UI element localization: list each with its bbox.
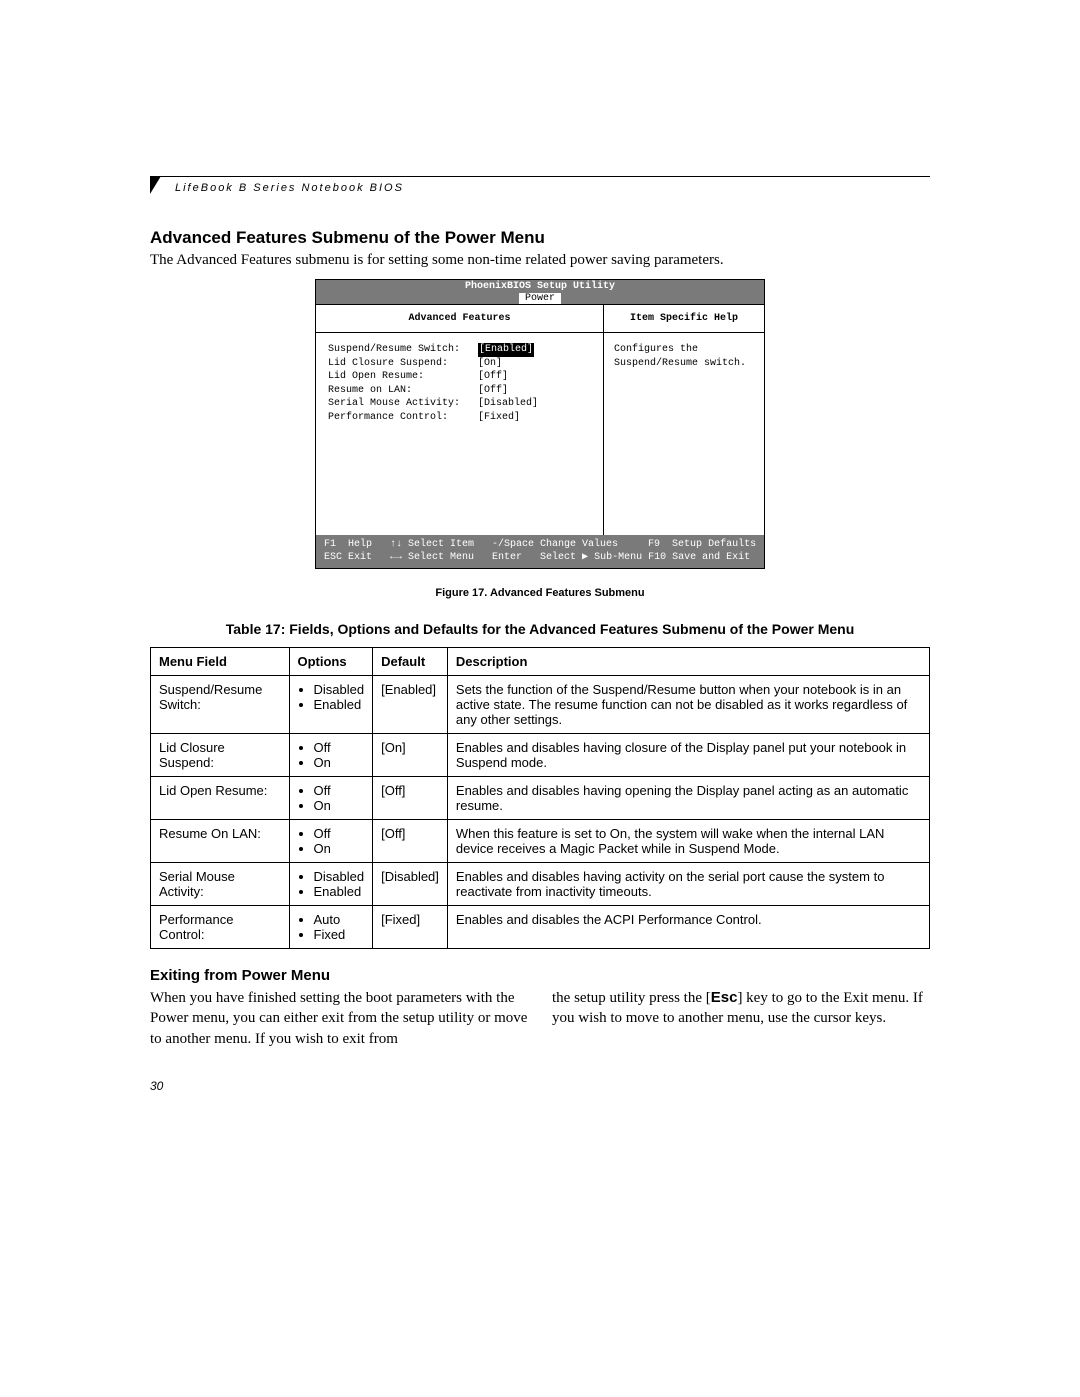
cell-menu-field: Suspend/Resume Switch:	[151, 676, 290, 734]
cell-default: [Enabled]	[373, 676, 448, 734]
cell-description: Sets the function of the Suspend/Resume …	[447, 676, 929, 734]
option-item: On	[314, 841, 365, 856]
table-row: Suspend/Resume Switch:DisabledEnabled[En…	[151, 676, 930, 734]
page-number: 30	[150, 1079, 930, 1093]
bios-item-row[interactable]: Serial Mouse Activity:[Disabled]	[328, 397, 591, 411]
cell-options: DisabledEnabled	[289, 676, 373, 734]
bios-item-label: Suspend/Resume Switch:	[328, 343, 478, 357]
bios-right-header: Item Specific Help	[604, 305, 764, 333]
bios-item-row[interactable]: Lid Open Resume:[Off]	[328, 370, 591, 384]
table-header: Default	[373, 648, 448, 676]
cell-description: Enables and disables having closure of t…	[447, 734, 929, 777]
table-row: Performance Control:AutoFixed[Fixed]Enab…	[151, 906, 930, 949]
bios-item-value[interactable]: [On]	[478, 357, 502, 371]
exit-col-2: the setup utility press the [Esc] key to…	[552, 988, 930, 1049]
bios-app-title: PhoenixBIOS Setup Utility	[316, 280, 764, 293]
bios-item-row[interactable]: Performance Control:[Fixed]	[328, 411, 591, 425]
option-item: Enabled	[314, 884, 365, 899]
cell-menu-field: Lid Open Resume:	[151, 777, 290, 820]
exit-col-1: When you have finished setting the boot …	[150, 988, 528, 1049]
cell-default: [Disabled]	[373, 863, 448, 906]
bios-item-label: Lid Closure Suspend:	[328, 357, 478, 371]
cell-description: Enables and disables having opening the …	[447, 777, 929, 820]
bios-menubar: Power	[316, 293, 764, 304]
table-row: Lid Closure Suspend:OffOn[On]Enables and…	[151, 734, 930, 777]
option-item: Auto	[314, 912, 365, 927]
option-item: On	[314, 755, 365, 770]
option-item: Off	[314, 783, 365, 798]
header-rule	[150, 176, 930, 177]
option-item: On	[314, 798, 365, 813]
bios-item-label: Resume on LAN:	[328, 384, 478, 398]
bios-item-label: Lid Open Resume:	[328, 370, 478, 384]
cell-default: [Off]	[373, 777, 448, 820]
bios-item-label: Serial Mouse Activity:	[328, 397, 478, 411]
option-item: Off	[314, 740, 365, 755]
table-header: Menu Field	[151, 648, 290, 676]
bios-item-row[interactable]: Lid Closure Suspend:[On]	[328, 357, 591, 371]
table-row: Lid Open Resume:OffOn[Off]Enables and di…	[151, 777, 930, 820]
tab-marker-icon	[150, 176, 161, 194]
cell-description: Enables and disables the ACPI Performanc…	[447, 906, 929, 949]
cell-options: OffOn	[289, 734, 373, 777]
section-title: Advanced Features Submenu of the Power M…	[150, 228, 930, 248]
cell-default: [Fixed]	[373, 906, 448, 949]
cell-menu-field: Lid Closure Suspend:	[151, 734, 290, 777]
bios-item-value[interactable]: [Fixed]	[478, 411, 520, 425]
bios-item-row[interactable]: Resume on LAN:[Off]	[328, 384, 591, 398]
bios-screenshot: PhoenixBIOS Setup Utility Power Advanced…	[315, 279, 765, 569]
bios-item-value[interactable]: [Disabled]	[478, 397, 538, 411]
cell-options: OffOn	[289, 820, 373, 863]
cell-default: [On]	[373, 734, 448, 777]
running-head: LifeBook B Series Notebook BIOS	[175, 182, 404, 194]
cell-menu-field: Serial Mouse Activity:	[151, 863, 290, 906]
cell-description: When this feature is set to On, the syst…	[447, 820, 929, 863]
table-row: Resume On LAN:OffOn[Off]When this featur…	[151, 820, 930, 863]
option-item: Fixed	[314, 927, 365, 942]
exit-col-2a: the setup utility press the [	[552, 990, 711, 1006]
bios-item-label: Performance Control:	[328, 411, 478, 425]
bios-item-value[interactable]: [Enabled]	[478, 343, 534, 357]
bios-item-value[interactable]: [Off]	[478, 384, 508, 398]
esc-key-label: Esc	[711, 989, 738, 1006]
cell-options: AutoFixed	[289, 906, 373, 949]
option-item: Disabled	[314, 869, 365, 884]
cell-default: [Off]	[373, 820, 448, 863]
bios-footer: F1 Help ↑↓ Select Item -/Space Change Va…	[316, 535, 764, 568]
table-row: Serial Mouse Activity:DisabledEnabled[Di…	[151, 863, 930, 906]
options-table: Menu FieldOptionsDefaultDescription Susp…	[150, 647, 930, 949]
intro-text: The Advanced Features submenu is for set…	[150, 252, 930, 269]
exit-heading: Exiting from Power Menu	[150, 967, 930, 984]
bios-tab-power[interactable]: Power	[519, 293, 561, 304]
cell-menu-field: Resume On LAN:	[151, 820, 290, 863]
option-item: Disabled	[314, 682, 365, 697]
table-header: Description	[447, 648, 929, 676]
bios-item-row[interactable]: Suspend/Resume Switch:[Enabled]	[328, 343, 591, 357]
cell-description: Enables and disables having activity on …	[447, 863, 929, 906]
bios-item-value[interactable]: [Off]	[478, 370, 508, 384]
cell-menu-field: Performance Control:	[151, 906, 290, 949]
cell-options: DisabledEnabled	[289, 863, 373, 906]
bios-help-text: Configures the Suspend/Resume switch.	[604, 333, 764, 380]
option-item: Enabled	[314, 697, 365, 712]
figure-caption: Figure 17. Advanced Features Submenu	[150, 587, 930, 599]
table-caption: Table 17: Fields, Options and Defaults f…	[150, 621, 930, 637]
option-item: Off	[314, 826, 365, 841]
table-header: Options	[289, 648, 373, 676]
cell-options: OffOn	[289, 777, 373, 820]
bios-left-header: Advanced Features	[316, 305, 603, 333]
